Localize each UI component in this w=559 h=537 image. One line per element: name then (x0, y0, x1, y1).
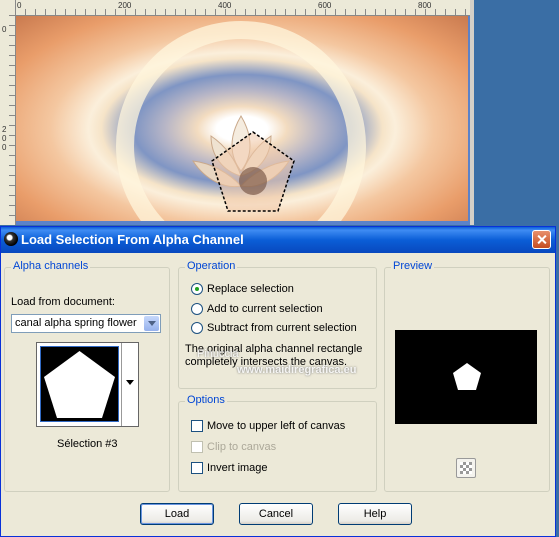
options-label: Options (185, 394, 227, 406)
ruler-tick: 600 (318, 1, 332, 10)
document-dropdown[interactable]: canal alpha spring flower (11, 314, 161, 333)
thumbnail-dropdown-arrow[interactable] (121, 343, 138, 426)
load-from-document-label: Load from document: (11, 296, 115, 308)
ruler-tick: 400 (218, 1, 232, 10)
preview-label: Preview (391, 260, 435, 272)
vertical-scrollbar[interactable] (470, 0, 474, 225)
ruler-tick: 0 (2, 134, 7, 143)
replace-selection-label[interactable]: Replace selection (207, 283, 294, 295)
invert-image-checkbox[interactable] (191, 462, 203, 474)
channel-thumbnail (40, 346, 119, 422)
clip-to-canvas-label: Clip to canvas (207, 441, 277, 453)
invert-image-label[interactable]: Invert image (207, 462, 268, 474)
operation-label: Operation (185, 260, 238, 272)
chevron-down-icon[interactable] (144, 316, 159, 331)
move-upper-left-label[interactable]: Move to upper left of canvas (207, 420, 345, 432)
clip-to-canvas-checkbox (191, 441, 203, 453)
cancel-button[interactable]: Cancel (239, 503, 313, 525)
alpha-channels-label: Alpha channels (11, 260, 91, 272)
pentagon-shape-icon (44, 351, 115, 418)
subtract-selection-radio[interactable] (191, 322, 203, 334)
image-canvas[interactable] (16, 16, 468, 221)
subtract-selection-label[interactable]: Subtract from current selection (207, 322, 357, 334)
watermark-name: Pinuccia (197, 348, 239, 360)
vertical-ruler: 0 2 0 0 (0, 15, 16, 225)
ruler-tick: 0 (2, 143, 7, 152)
add-selection-label[interactable]: Add to current selection (207, 303, 323, 315)
document-dropdown-value: canal alpha spring flower (15, 317, 137, 329)
ruler-tick: 200 (118, 1, 132, 10)
dialog-titlebar[interactable]: Load Selection From Alpha Channel (1, 227, 555, 253)
replace-selection-radio[interactable] (191, 283, 203, 295)
checkerboard-toggle-icon[interactable] (456, 458, 476, 478)
ruler-tick: 0 (2, 25, 7, 34)
pentagon-preview-icon (453, 363, 481, 390)
load-button[interactable]: Load (140, 503, 214, 525)
close-button[interactable] (532, 230, 551, 249)
ruler-tick: 800 (418, 1, 432, 10)
selection-name: Sélection #3 (57, 438, 118, 450)
add-selection-radio[interactable] (191, 303, 203, 315)
help-button[interactable]: Help (338, 503, 412, 525)
move-upper-left-checkbox[interactable] (191, 420, 203, 432)
dialog-title: Load Selection From Alpha Channel (21, 232, 244, 247)
ruler-tick: 2 (2, 125, 7, 134)
ruler-corner (0, 0, 16, 15)
selection-marquee (211, 131, 295, 212)
watermark-url: www.maidiregrafica.eu (237, 364, 357, 376)
ruler-tick: 0 (17, 1, 22, 10)
preview-pane (395, 330, 537, 424)
channel-thumbnail-picker[interactable] (36, 342, 139, 427)
app-icon (4, 232, 18, 246)
horizontal-ruler: 0 200 400 600 800 (0, 0, 474, 16)
image-window: 0 200 400 600 800 0 2 0 0 (0, 0, 474, 225)
load-selection-dialog: Load Selection From Alpha Channel Alpha … (0, 226, 556, 537)
